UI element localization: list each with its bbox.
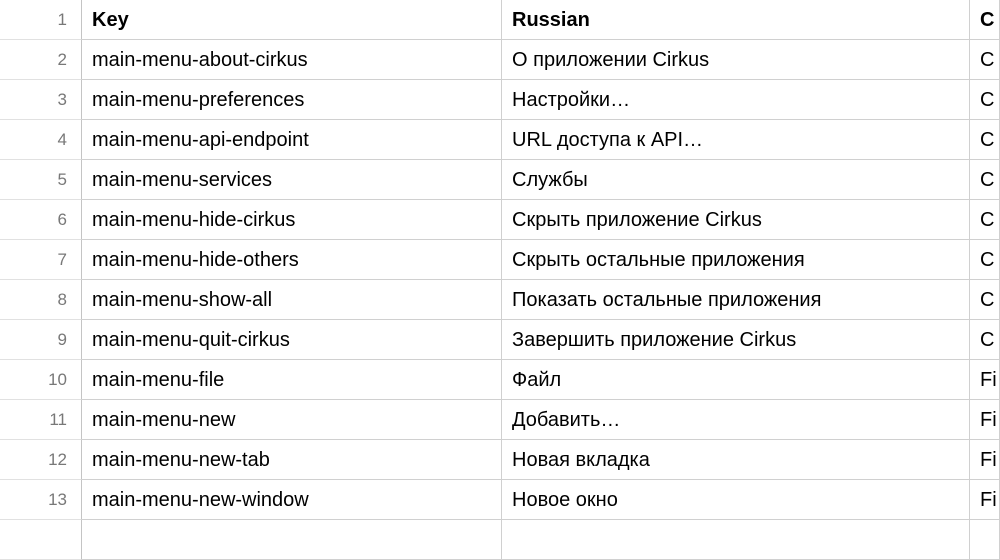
column-header-russian[interactable]: Russian (502, 0, 970, 40)
cell-key[interactable]: main-menu-new-window (82, 480, 502, 520)
cell-key[interactable]: main-menu-show-all (82, 280, 502, 320)
cell-key[interactable]: main-menu-new (82, 400, 502, 440)
cell-third[interactable]: C (970, 80, 1000, 120)
cell-key[interactable] (82, 520, 502, 560)
cell-third[interactable]: Fi (970, 360, 1000, 400)
row-number[interactable]: 2 (0, 40, 82, 80)
row-number[interactable]: 8 (0, 280, 82, 320)
cell-third[interactable]: C (970, 280, 1000, 320)
cell-russian[interactable]: Показать остальные приложения (502, 280, 970, 320)
cell-third[interactable]: C (970, 320, 1000, 360)
cell-third[interactable]: C (970, 240, 1000, 280)
cell-russian[interactable]: Завершить приложение Cirkus (502, 320, 970, 360)
cell-russian[interactable]: Службы (502, 160, 970, 200)
row-number[interactable]: 12 (0, 440, 82, 480)
column-header-third[interactable]: C (970, 0, 1000, 40)
cell-key[interactable]: main-menu-preferences (82, 80, 502, 120)
cell-third[interactable]: C (970, 160, 1000, 200)
cell-key[interactable]: main-menu-hide-cirkus (82, 200, 502, 240)
cell-third[interactable]: Fi (970, 480, 1000, 520)
row-number[interactable]: 7 (0, 240, 82, 280)
cell-russian[interactable]: Скрыть остальные приложения (502, 240, 970, 280)
cell-key[interactable]: main-menu-api-endpoint (82, 120, 502, 160)
cell-russian[interactable]: URL доступа к API… (502, 120, 970, 160)
cell-key[interactable]: main-menu-file (82, 360, 502, 400)
cell-russian[interactable]: Новое окно (502, 480, 970, 520)
row-number[interactable]: 9 (0, 320, 82, 360)
cell-russian[interactable]: Настройки… (502, 80, 970, 120)
row-number[interactable]: 10 (0, 360, 82, 400)
cell-russian[interactable]: Файл (502, 360, 970, 400)
row-number[interactable] (0, 520, 82, 560)
cell-key[interactable]: main-menu-new-tab (82, 440, 502, 480)
cell-key[interactable]: main-menu-quit-cirkus (82, 320, 502, 360)
cell-russian[interactable]: Добавить… (502, 400, 970, 440)
cell-russian[interactable]: Скрыть приложение Cirkus (502, 200, 970, 240)
cell-key[interactable]: main-menu-about-cirkus (82, 40, 502, 80)
row-number[interactable]: 4 (0, 120, 82, 160)
cell-third[interactable]: C (970, 120, 1000, 160)
spreadsheet[interactable]: 1 Key Russian C 2 main-menu-about-cirkus… (0, 0, 1000, 560)
row-number[interactable]: 1 (0, 0, 82, 40)
cell-russian[interactable]: Новая вкладка (502, 440, 970, 480)
cell-third[interactable]: C (970, 40, 1000, 80)
row-number[interactable]: 13 (0, 480, 82, 520)
cell-third[interactable]: Fi (970, 400, 1000, 440)
row-number[interactable]: 6 (0, 200, 82, 240)
row-number[interactable]: 11 (0, 400, 82, 440)
cell-third[interactable]: C (970, 200, 1000, 240)
cell-russian[interactable] (502, 520, 970, 560)
row-number[interactable]: 5 (0, 160, 82, 200)
row-number[interactable]: 3 (0, 80, 82, 120)
cell-third[interactable] (970, 520, 1000, 560)
cell-russian[interactable]: О приложении Cirkus (502, 40, 970, 80)
cell-key[interactable]: main-menu-services (82, 160, 502, 200)
column-header-key[interactable]: Key (82, 0, 502, 40)
cell-third[interactable]: Fi (970, 440, 1000, 480)
cell-key[interactable]: main-menu-hide-others (82, 240, 502, 280)
